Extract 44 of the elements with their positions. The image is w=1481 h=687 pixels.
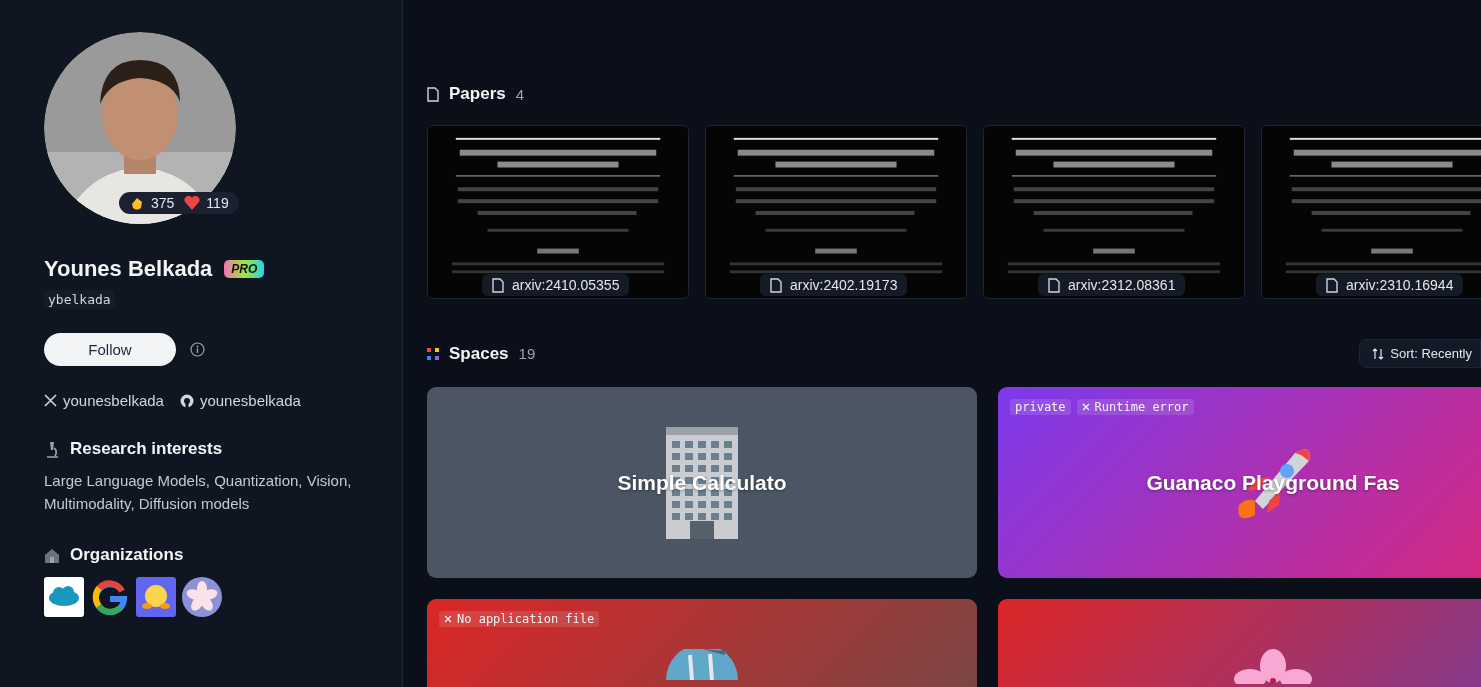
x-logo-icon	[44, 394, 57, 407]
flower-logo-icon[interactable]	[182, 577, 222, 617]
document-icon	[492, 277, 504, 293]
space-card[interactable]: No application file	[427, 599, 977, 687]
section-heading: Research interests	[70, 439, 223, 459]
paper-link[interactable]: arxiv:2310.16944	[1316, 274, 1464, 296]
status-tag: No application file	[439, 611, 600, 627]
clap-icon	[129, 195, 145, 211]
social-link[interactable]: younesbelkada	[199, 392, 301, 409]
reaction-count: 119	[206, 195, 229, 211]
document-icon	[1048, 277, 1060, 293]
sort-icon	[1372, 347, 1385, 360]
grid-dots-icon	[427, 347, 439, 360]
github-icon	[179, 393, 194, 408]
follow-button[interactable]: Follow	[44, 333, 176, 366]
cloud-logo-icon[interactable]	[44, 577, 84, 617]
paper-link[interactable]: arxiv:2410.05355	[482, 274, 630, 296]
paper-link[interactable]: arxiv:2402.19173	[760, 274, 908, 296]
social-link[interactable]: younesbelkada	[63, 392, 164, 409]
info-icon[interactable]	[190, 342, 205, 357]
microscope-icon	[44, 440, 60, 458]
section-title: Spaces	[449, 343, 509, 364]
profile-name: Younes Belkada	[44, 256, 213, 282]
close-icon	[1081, 403, 1090, 411]
house-icon	[44, 547, 60, 563]
paper-link[interactable]: arxiv:2312.08361	[1038, 274, 1186, 296]
document-icon	[427, 86, 439, 102]
heart-icon	[184, 196, 201, 210]
g-logo-icon[interactable]	[90, 577, 130, 617]
sort-button[interactable]: Sort: Recently	[1359, 339, 1481, 368]
visibility-tag: private	[1010, 399, 1071, 415]
close-icon	[444, 615, 452, 623]
pro-badge: PRO	[224, 260, 265, 278]
section-count: 19	[518, 345, 536, 362]
username: ybelkada	[44, 290, 115, 309]
blob-logo-icon[interactable]	[136, 577, 176, 617]
document-icon	[770, 277, 782, 293]
section-count: 4	[515, 85, 525, 103]
research-interests-text: Large Language Models, Quantization, Vision, Multimodality, Diffusion models	[44, 471, 353, 514]
section-heading: Organizations	[70, 545, 184, 565]
document-icon	[1326, 277, 1338, 293]
section-title: Papers	[449, 84, 506, 104]
status-tag: Runtime error	[1076, 399, 1194, 415]
reaction-count: 375	[151, 195, 175, 211]
